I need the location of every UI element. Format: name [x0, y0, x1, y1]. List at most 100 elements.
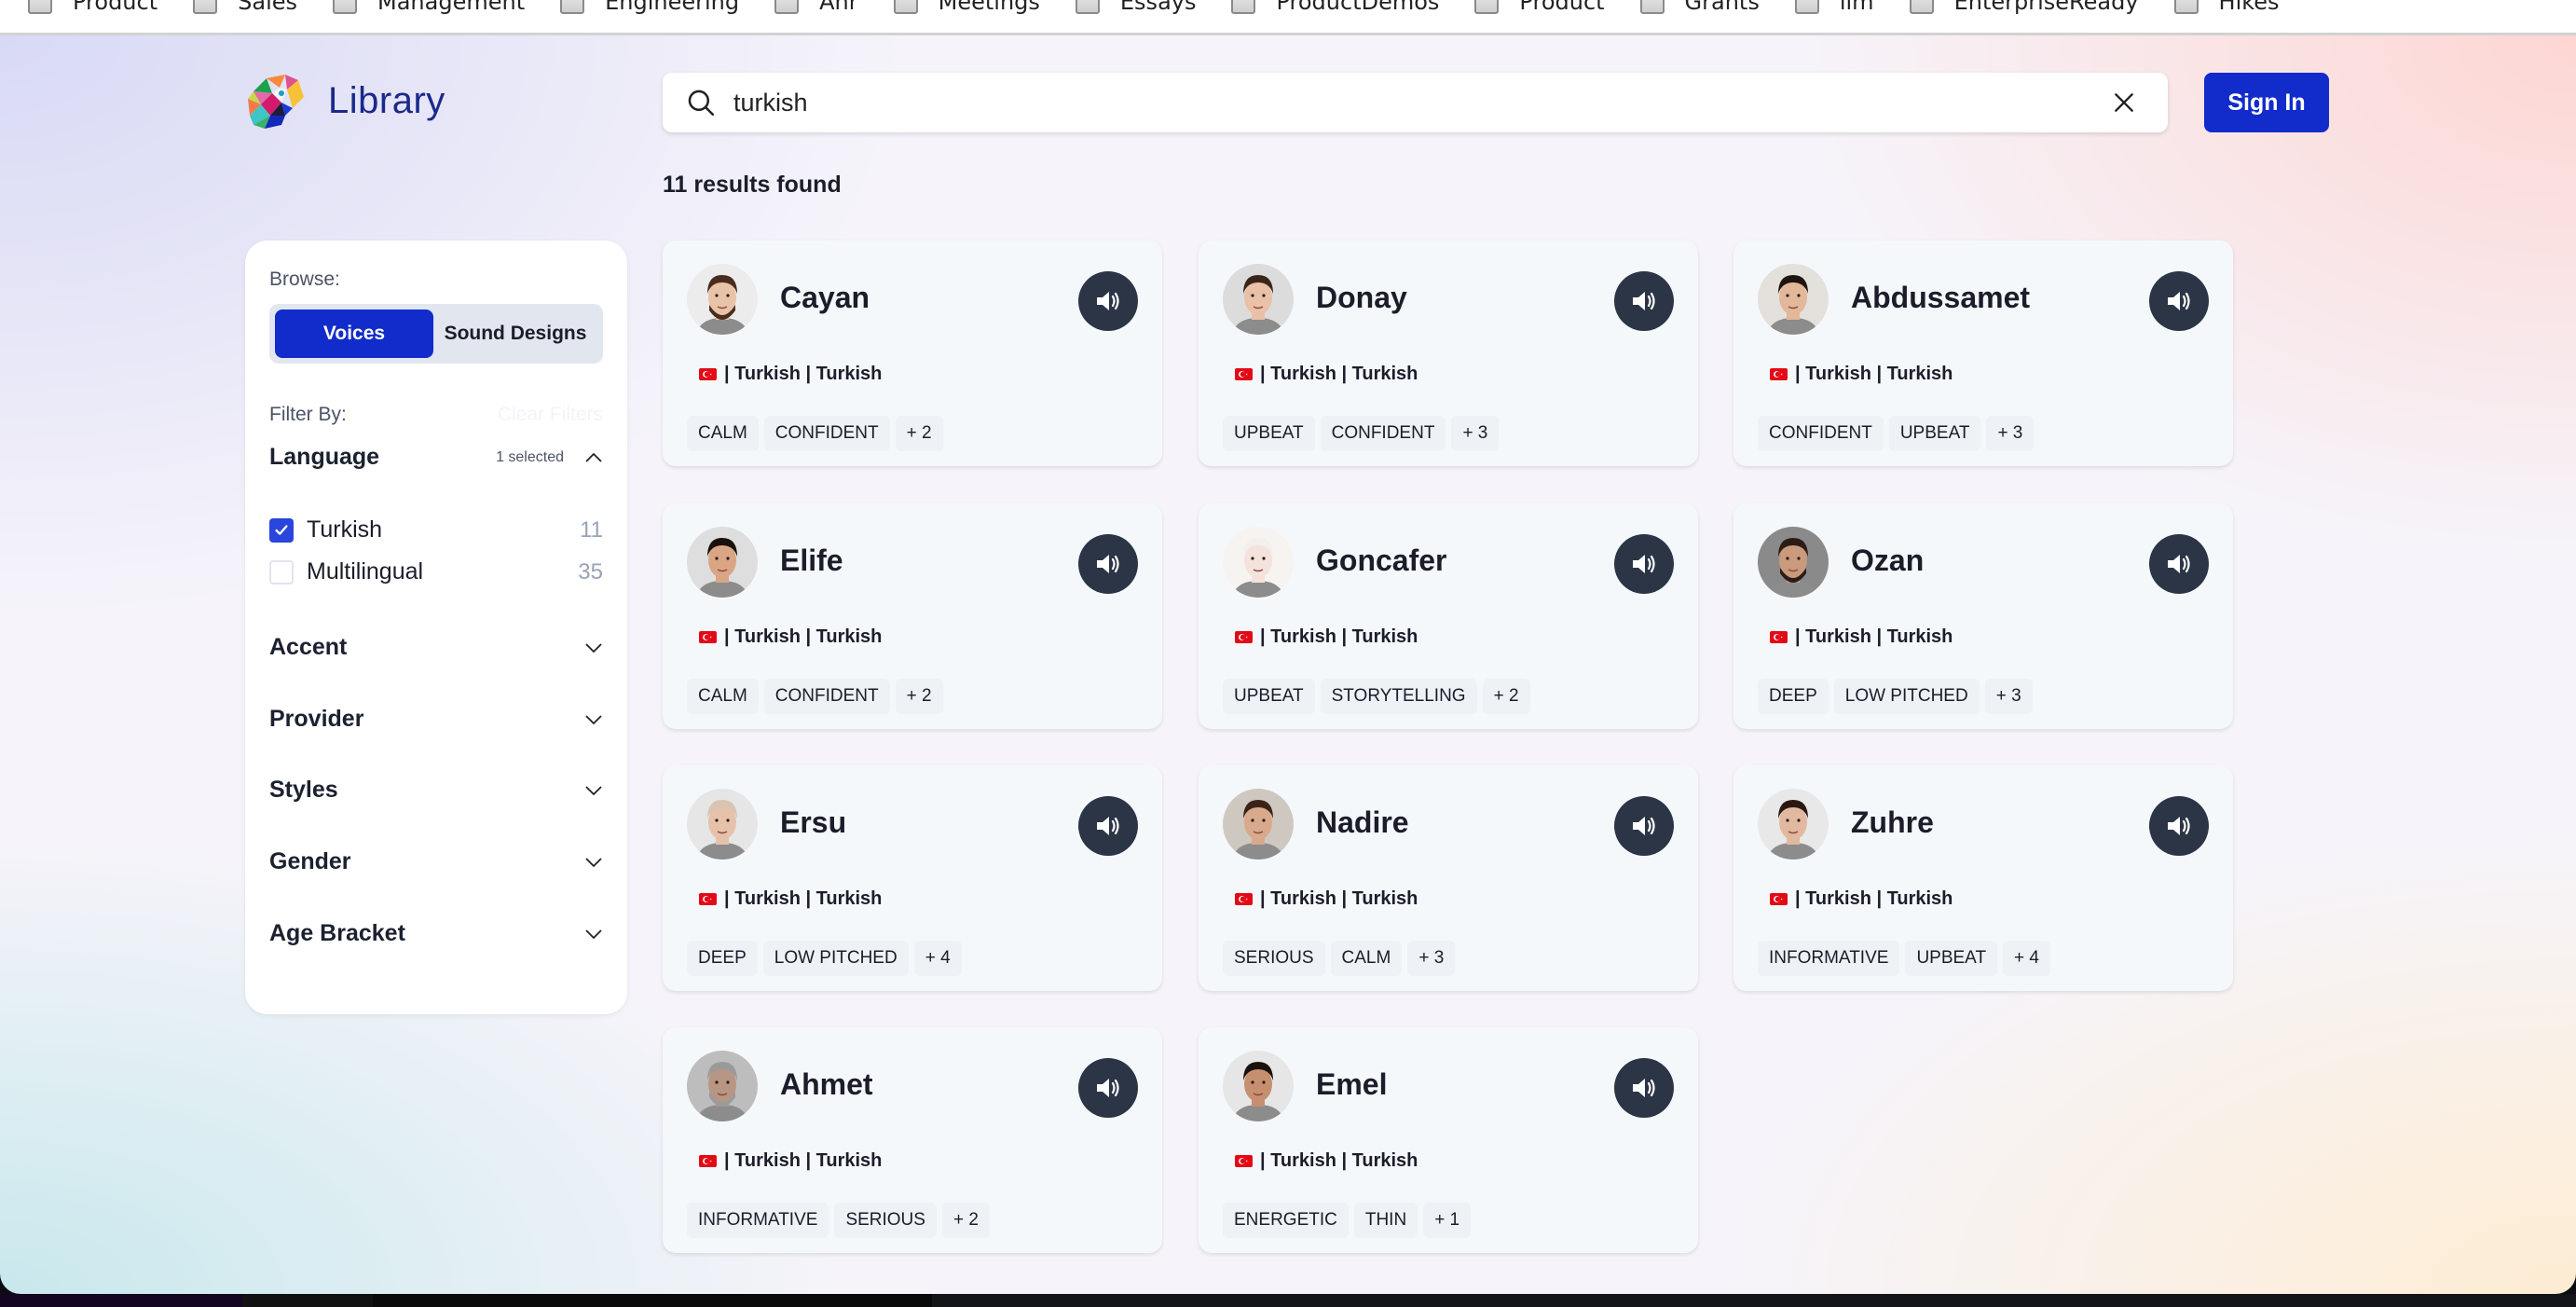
logo[interactable]: Library	[244, 71, 445, 131]
bookmark-item[interactable]: Management	[333, 0, 525, 15]
voice-name: Goncafer	[1316, 543, 1447, 577]
voice-tag: CALM	[687, 416, 759, 451]
avatar	[1223, 264, 1294, 335]
voice-card[interactable]: Goncafer | Turkish | Turkish UPBEAT STORYT…	[1199, 503, 1698, 729]
play-sample-button[interactable]	[2149, 796, 2209, 856]
bookmark-checkbox[interactable]	[1639, 0, 1665, 14]
voice-card[interactable]: Ahmet | Turkish | Turkish INFORMATIVE SERI…	[663, 1027, 1162, 1253]
bookmark-item[interactable]: Meetings	[893, 0, 1040, 15]
tag-list: INFORMATIVE SERIOUS + 2	[687, 1203, 990, 1238]
bookmark-checkbox[interactable]	[28, 0, 52, 14]
checkbox-unchecked[interactable]	[269, 559, 294, 585]
play-sample-button[interactable]	[1614, 534, 1674, 594]
voice-card[interactable]: Ozan | Turkish | Turkish DEEP LOW PITCHED +…	[1733, 503, 2233, 729]
facet-language[interactable]: Language 1 selected	[269, 444, 603, 471]
voice-tag: CONFIDENT	[1758, 416, 1884, 451]
checkmark-icon	[275, 524, 288, 535]
checkbox-checked[interactable]	[269, 517, 294, 543]
bookmark-item[interactable]: EnterpriseReady	[1909, 0, 2139, 15]
bookmark-checkbox[interactable]	[1231, 0, 1256, 14]
play-sample-button[interactable]	[2149, 271, 2209, 331]
voice-card[interactable]: Elife | Turkish | Turkish CALM CONFIDENT + …	[663, 503, 1162, 729]
speaker-icon	[1633, 292, 1655, 310]
bookmark-checkbox[interactable]	[193, 0, 218, 14]
play-sample-button[interactable]	[1614, 271, 1674, 331]
language-text: | Turkish | Turkish	[1795, 888, 1953, 909]
voice-tag: CONFIDENT	[763, 416, 890, 451]
bookmark-label: Management	[377, 0, 526, 15]
voice-name: Ersu	[780, 805, 847, 839]
play-sample-button[interactable]	[1078, 271, 1138, 331]
voice-tag: + 4	[913, 941, 962, 976]
bookmark-item[interactable]: Ahr	[774, 0, 858, 15]
bookmark-checkbox[interactable]	[560, 0, 585, 14]
voice-language: | Turkish | Turkish	[1235, 626, 1418, 648]
voice-card[interactable]: Cayan | Turkish | Turkish CALM CONFIDENT + …	[663, 241, 1162, 466]
play-sample-button[interactable]	[1614, 796, 1674, 856]
bookmark-item[interactable]: ProductDemos	[1231, 0, 1439, 15]
voice-card[interactable]: Zuhre | Turkish | Turkish INFORMATIVE UPBE…	[1733, 765, 2233, 991]
bookmark-checkbox[interactable]	[333, 0, 358, 14]
language-text: | Turkish | Turkish	[724, 1150, 883, 1171]
bookmark-item[interactable]: Sales	[193, 0, 297, 15]
clear-filters-link[interactable]: Clear Filters	[498, 404, 603, 426]
bookmark-item[interactable]: Product	[28, 0, 158, 15]
voice-tag: LOW PITCHED	[762, 941, 909, 976]
avatar	[687, 264, 758, 335]
chevron-down-icon	[585, 785, 602, 795]
facet-title: Accent	[269, 634, 348, 660]
bookmark-checkbox[interactable]	[1794, 0, 1819, 14]
facet-provider[interactable]: Provider	[269, 706, 603, 733]
play-sample-button[interactable]	[1078, 1058, 1138, 1118]
voice-card[interactable]: Abdussamet | Turkish | Turkish CONFIDENT U…	[1733, 241, 2233, 466]
bookmark-item[interactable]: llm	[1794, 0, 1874, 15]
voice-card[interactable]: Emel | Turkish | Turkish ENERGETIC THIN + 1	[1199, 1027, 1698, 1253]
search-bar[interactable]	[663, 73, 2168, 132]
bookmark-item[interactable]: Essays	[1075, 0, 1196, 15]
tag-list: CALM CONFIDENT + 2	[687, 679, 943, 714]
speaker-icon	[1633, 1079, 1655, 1097]
language-text: | Turkish | Turkish	[1260, 1150, 1418, 1171]
bookmark-checkbox[interactable]	[2173, 0, 2199, 14]
search-icon	[688, 89, 715, 117]
bookmark-checkbox[interactable]	[1909, 0, 1934, 14]
avatar	[1223, 1051, 1294, 1121]
bookmark-checkbox[interactable]	[1474, 0, 1500, 14]
turkey-flag-icon	[1770, 893, 1788, 905]
play-sample-button[interactable]	[1078, 534, 1138, 594]
voice-card[interactable]: Ersu | Turkish | Turkish DEEP LOW PITCHED +…	[663, 765, 1162, 991]
voice-language: | Turkish | Turkish	[1770, 364, 1953, 385]
bookmark-checkbox[interactable]	[893, 0, 918, 14]
play-sample-button[interactable]	[1614, 1058, 1674, 1118]
option-count: 35	[578, 558, 603, 585]
play-sample-button[interactable]	[2149, 534, 2209, 594]
tab-voices[interactable]: Voices	[275, 310, 433, 358]
tag-list: UPBEAT STORYTELLING + 2	[1223, 679, 1530, 714]
language-option-multilingual[interactable]: Multilingual 35	[269, 558, 603, 585]
voice-card[interactable]: Nadire | Turkish | Turkish SERIOUS CALM + 3	[1199, 765, 1698, 991]
bookmark-item[interactable]: Grants	[1639, 0, 1760, 15]
bookmark-checkbox[interactable]	[774, 0, 800, 14]
bookmark-label: Meetings	[938, 0, 1040, 15]
voice-tag: ENERGETIC	[1223, 1203, 1349, 1238]
facet-styles[interactable]: Styles	[269, 777, 603, 804]
language-option-turkish[interactable]: Turkish 11	[269, 516, 603, 543]
speaker-icon	[1097, 817, 1119, 835]
bookmark-item[interactable]: Hikes	[2173, 0, 2280, 15]
close-icon[interactable]	[2112, 90, 2136, 115]
sign-in-button[interactable]: Sign In	[2204, 73, 2329, 132]
facet-accent[interactable]: Accent	[269, 634, 603, 661]
bookmark-checkbox[interactable]	[1075, 0, 1100, 14]
search-input[interactable]	[733, 88, 2112, 117]
speaker-icon	[1633, 555, 1655, 573]
bookmark-item[interactable]: Engineering	[560, 0, 739, 15]
voice-card[interactable]: Donay | Turkish | Turkish UPBEAT CONFIDENT…	[1199, 241, 1698, 466]
voice-tag: DEEP	[1758, 679, 1829, 714]
voice-tag: CALM	[687, 679, 759, 714]
facet-gender[interactable]: Gender	[269, 848, 603, 875]
facet-age-bracket[interactable]: Age Bracket	[269, 920, 603, 947]
play-sample-button[interactable]	[1078, 796, 1138, 856]
tab-sound-designs[interactable]: Sound Designs	[433, 310, 597, 358]
bookmark-item[interactable]: Product	[1474, 0, 1605, 15]
voice-tag: UPBEAT	[1905, 941, 1998, 976]
